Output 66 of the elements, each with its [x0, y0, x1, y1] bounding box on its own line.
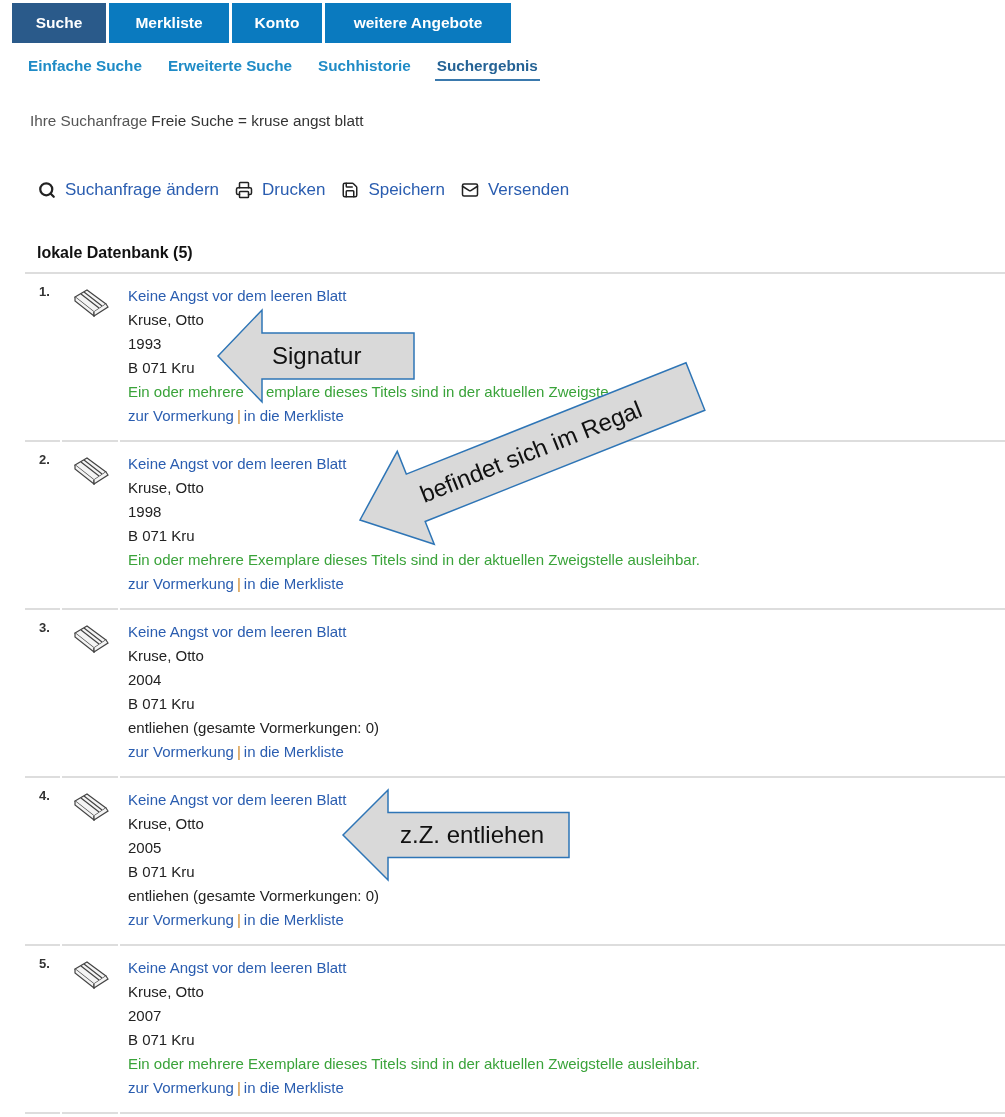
availability-text: entliehen (gesamte Vormerkungen: 0): [128, 887, 379, 904]
toolbar-link[interactable]: Speichern: [341, 180, 445, 200]
year-text: 2004: [128, 671, 162, 688]
query-label: Ihre Suchanfrage: [30, 112, 148, 129]
author-text: Kruse, Otto: [128, 311, 204, 328]
action-link[interactable]: in die Merkliste: [243, 911, 344, 928]
signature-text: B 071 Kru: [128, 359, 195, 376]
action-link[interactable]: zur Vormerkung: [128, 1079, 234, 1096]
title-link[interactable]: Keine Angst vor dem leeren Blatt: [128, 959, 347, 976]
main-tab[interactable]: weitere Angebote: [325, 3, 511, 43]
toolbar-link[interactable]: Suchanfrage ändern: [38, 180, 220, 200]
toolbar-link[interactable]: Versenden: [460, 180, 570, 200]
printer-icon: [235, 181, 254, 199]
result-number: 3.: [38, 620, 51, 635]
availability-text: emplare dieses Titels sind in der aktuellen Zweigste: [265, 383, 609, 400]
action-link[interactable]: in die Merkliste: [243, 575, 344, 592]
main-tab[interactable]: Merkliste: [109, 3, 229, 43]
signature-text: B 071 Kru: [128, 863, 195, 880]
search-icon: [38, 181, 56, 199]
author-text: Kruse, Otto: [128, 815, 204, 832]
action-link[interactable]: in die Merkliste: [243, 743, 344, 760]
sub-tab[interactable]: Suchhistorie: [316, 57, 413, 81]
title-link[interactable]: Keine Angst vor dem leeren Blatt: [128, 623, 347, 640]
link-separator: |: [236, 911, 241, 928]
result-number: 4.: [38, 788, 51, 803]
toolbar-link[interactable]: Drucken: [235, 180, 326, 200]
link-separator: |: [236, 575, 241, 592]
callout-label: z.Z. entliehen: [400, 821, 545, 849]
main-tab[interactable]: Suche: [12, 3, 106, 43]
availability-text: Ein oder mehrere Exemplare dieses Titels sind in der aktuellen Zweigstelle ausleihbar.: [128, 551, 700, 568]
signature-text: B 071 Kru: [128, 1031, 195, 1048]
author-text: Kruse, Otto: [128, 647, 204, 664]
callout-label: Signatur: [272, 342, 362, 370]
year-text: 1993: [128, 335, 162, 352]
author-text: Kruse, Otto: [128, 479, 204, 496]
availability-text: Ein oder mehrere: [128, 383, 244, 400]
action-link[interactable]: zur Vormerkung: [128, 407, 234, 424]
year-text: 2007: [128, 1007, 162, 1024]
action-link[interactable]: in die Merkliste: [243, 1079, 344, 1096]
query-value: Freie Suche = kruse angst blatt: [151, 112, 364, 129]
action-link[interactable]: in die Merkliste: [243, 407, 344, 424]
year-text: 2005: [128, 839, 162, 856]
year-text: 1998: [128, 503, 162, 520]
availability-text: Ein oder mehrere Exemplare dieses Titels sind in der aktuellen Zweigstelle ausleihbar.: [128, 1055, 700, 1072]
signature-text: B 071 Kru: [128, 695, 195, 712]
title-link[interactable]: Keine Angst vor dem leeren Blatt: [128, 791, 347, 808]
action-link[interactable]: zur Vormerkung: [128, 575, 234, 592]
main-tab[interactable]: Konto: [232, 3, 322, 43]
link-separator: |: [236, 1079, 241, 1096]
title-link[interactable]: Keine Angst vor dem leeren Blatt: [128, 287, 347, 304]
result-number: 1.: [38, 284, 51, 299]
result-number: 2.: [38, 452, 51, 467]
link-separator: |: [236, 743, 241, 760]
signature-text: B 071 Kru: [128, 527, 195, 544]
availability-text: entliehen (gesamte Vormerkungen: 0): [128, 719, 379, 736]
results-heading: lokale Datenbank (5): [25, 244, 1005, 274]
sub-tab[interactable]: Einfache Suche: [26, 57, 144, 81]
author-text: Kruse, Otto: [128, 983, 204, 1000]
sub-tab[interactable]: Suchergebnis: [434, 57, 540, 81]
action-link[interactable]: zur Vormerkung: [128, 911, 234, 928]
result-number: 5.: [38, 956, 51, 971]
action-link[interactable]: zur Vormerkung: [128, 743, 234, 760]
link-separator: |: [236, 407, 241, 424]
title-link[interactable]: Keine Angst vor dem leeren Blatt: [128, 455, 347, 472]
sub-tab[interactable]: Erweiterte Suche: [165, 57, 295, 81]
envelope-icon: [460, 181, 479, 199]
